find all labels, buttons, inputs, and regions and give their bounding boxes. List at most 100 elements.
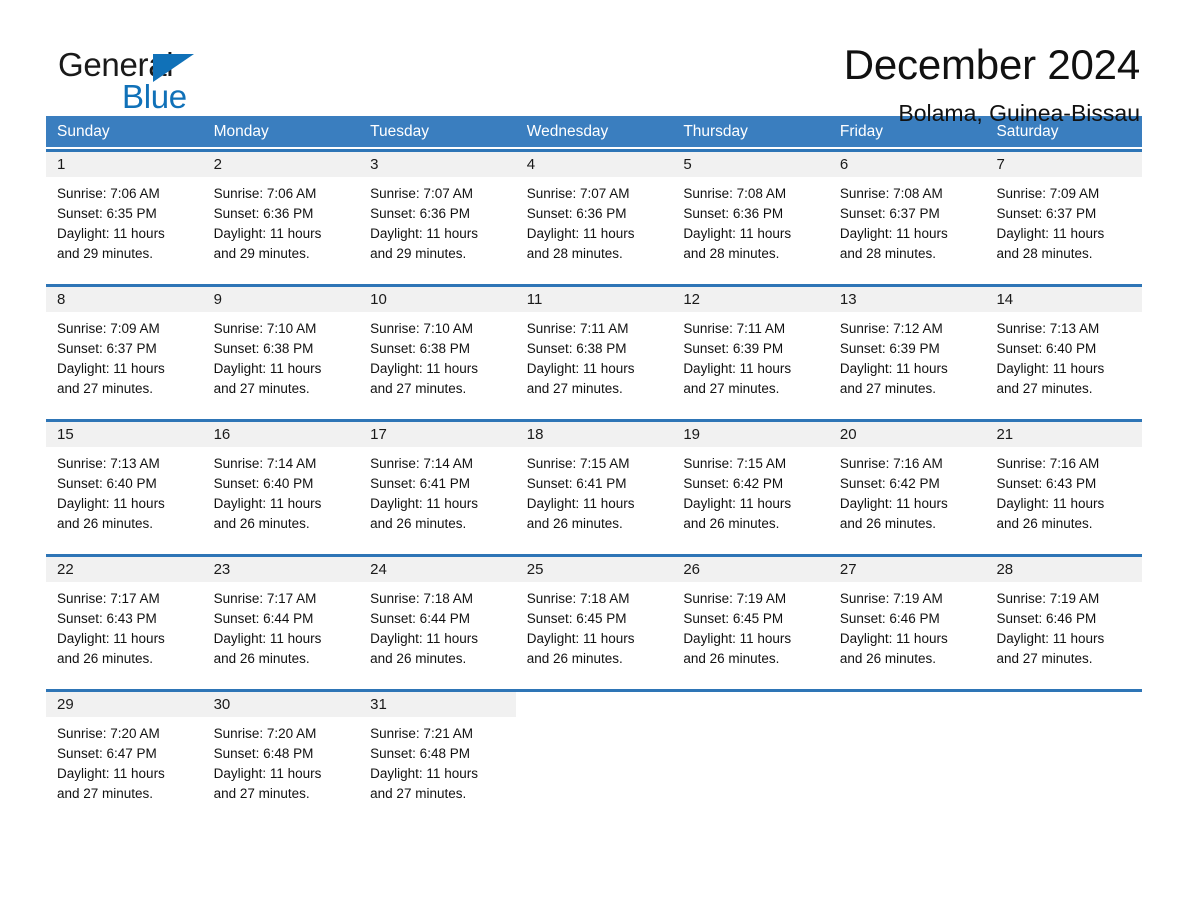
calendar-day-cell[interactable]: 22 Sunrise: 7:17 AM Sunset: 6:43 PM Dayligh… [46, 557, 203, 683]
daylight-text-line1: Daylight: 11 hours [526, 496, 635, 511]
daylight-text-line1: Daylight: 11 hours [57, 631, 165, 646]
daylight-text-line1: Daylight: 11 hours [57, 226, 165, 241]
calendar-day-cell[interactable]: 5 Sunrise: 7:08 AM Sunset: 6:36 PM Daylight… [672, 152, 829, 278]
weekday-header-friday: Friday [839, 123, 883, 140]
sunset-text: Sunset: 6:42 PM [683, 476, 784, 491]
calendar-day-cell[interactable]: 11 Sunrise: 7:11 AM Sunset: 6:38 PM Dayligh… [515, 287, 673, 413]
sunset-text: Sunset: 6:37 PM [57, 341, 157, 356]
calendar-day-cell[interactable]: 29 Sunrise: 7:20 AM Sunset: 6:47 PM Dayligh… [46, 692, 203, 818]
calendar-day-cell[interactable]: 14 Sunrise: 7:13 AM Sunset: 6:40 PM Dayligh… [985, 287, 1143, 413]
daylight-text-line2: and 26 minutes. [57, 651, 154, 666]
day-number-band: 30 [202, 692, 360, 717]
calendar-day-cell[interactable]: 21 Sunrise: 7:16 AM Sunset: 6:43 PM Dayligh… [985, 422, 1143, 548]
day-number: 31 [370, 696, 387, 713]
calendar-day-cell[interactable]: 8 Sunrise: 7:09 AM Sunset: 6:37 PM Daylight… [46, 287, 203, 413]
calendar-day-cell[interactable]: 15 Sunrise: 7:13 AM Sunset: 6:40 PM Dayligh… [46, 422, 203, 548]
day-sun-info: Sunrise: 7:19 AM Sunset: 6:46 PM Daylight:… [985, 582, 1142, 669]
day-number-band: 4 [515, 152, 673, 177]
daylight-text-line2: and 26 minutes. [526, 651, 623, 666]
calendar-day-cell[interactable]: 25 Sunrise: 7:18 AM Sunset: 6:45 PM Dayligh… [515, 557, 673, 683]
calendar-day-cell[interactable]: 1 Sunrise: 7:06 AM Sunset: 6:35 PM Daylight… [46, 152, 203, 278]
calendar-day-cell[interactable]: 23 Sunrise: 7:17 AM Sunset: 6:44 PM Dayligh… [202, 557, 360, 683]
calendar-day-cell[interactable]: 28 Sunrise: 7:19 AM Sunset: 6:46 PM Dayligh… [985, 557, 1143, 683]
day-sun-info: Sunrise: 7:18 AM Sunset: 6:45 PM Daylight:… [516, 582, 673, 669]
calendar-day-cell[interactable]: 30 Sunrise: 7:20 AM Sunset: 6:48 PM Dayligh… [202, 692, 360, 818]
calendar-day-cell[interactable]: 6 Sunrise: 7:08 AM Sunset: 6:37 PM Daylight… [828, 152, 986, 278]
calendar-week-row: 15 Sunrise: 7:13 AM Sunset: 6:40 PM Dayligh… [46, 419, 1143, 548]
daylight-text-line1: Daylight: 11 hours [57, 496, 165, 511]
daylight-text-line2: and 29 minutes. [57, 246, 154, 261]
daylight-text-line2: and 28 minutes. [839, 246, 936, 261]
calendar-day-cell[interactable]: 2 Sunrise: 7:06 AM Sunset: 6:36 PM Daylight… [202, 152, 360, 278]
sunrise-text: Sunrise: 7:15 AM [526, 456, 630, 471]
calendar-day-cell[interactable]: 17 Sunrise: 7:14 AM Sunset: 6:41 PM Dayligh… [359, 422, 516, 548]
day-sun-info: Sunrise: 7:08 AM Sunset: 6:36 PM Daylight:… [672, 177, 829, 264]
day-number: 21 [996, 426, 1014, 443]
day-sun-info: Sunrise: 7:06 AM Sunset: 6:36 PM Daylight:… [203, 177, 360, 264]
day-number-band: 9 [202, 287, 360, 312]
calendar-day-cell[interactable]: 27 Sunrise: 7:19 AM Sunset: 6:46 PM Dayligh… [828, 557, 986, 683]
sunset-text: Sunset: 6:44 PM [370, 611, 470, 626]
day-number-band: 10 [359, 287, 516, 312]
calendar-day-cell[interactable]: 26 Sunrise: 7:19 AM Sunset: 6:45 PM Dayligh… [672, 557, 829, 683]
daylight-text-line2: and 27 minutes. [996, 381, 1093, 396]
daylight-text-line2: and 28 minutes. [526, 246, 623, 261]
sunset-text: Sunset: 6:37 PM [996, 206, 1097, 221]
sunrise-text: Sunrise: 7:09 AM [996, 186, 1100, 201]
weekday-header-wednesday: Wednesday [526, 123, 609, 140]
calendar-day-cell[interactable]: 18 Sunrise: 7:15 AM Sunset: 6:41 PM Dayligh… [515, 422, 673, 548]
sunrise-text: Sunrise: 7:11 AM [526, 321, 629, 336]
sunrise-text: Sunrise: 7:09 AM [57, 321, 160, 336]
daylight-text-line1: Daylight: 11 hours [996, 631, 1105, 646]
calendar-day-cell[interactable]: 3 Sunrise: 7:07 AM Sunset: 6:36 PM Daylight… [359, 152, 516, 278]
day-number-band: 22 [46, 557, 203, 582]
calendar-day-cell-empty [672, 692, 829, 818]
sunset-text: Sunset: 6:39 PM [683, 341, 784, 356]
day-number-band: 11 [515, 287, 673, 312]
calendar-day-cell[interactable]: 24 Sunrise: 7:18 AM Sunset: 6:44 PM Dayligh… [359, 557, 516, 683]
day-number-band: 29 [46, 692, 203, 717]
day-number-band: 2 [202, 152, 360, 177]
calendar-day-cell[interactable]: 7 Sunrise: 7:09 AM Sunset: 6:37 PM Daylight… [985, 152, 1143, 278]
day-sun-info: Sunrise: 7:16 AM Sunset: 6:42 PM Daylight:… [829, 447, 986, 534]
day-sun-info: Sunrise: 7:17 AM Sunset: 6:44 PM Daylight:… [203, 582, 360, 669]
sunrise-text: Sunrise: 7:16 AM [996, 456, 1100, 471]
daylight-text-line1: Daylight: 11 hours [996, 496, 1105, 511]
day-number: 1 [57, 156, 66, 173]
calendar-day-cell[interactable]: 12 Sunrise: 7:11 AM Sunset: 6:39 PM Dayligh… [672, 287, 829, 413]
day-number: 16 [213, 426, 231, 443]
day-sun-info: Sunrise: 7:06 AM Sunset: 6:35 PM Daylight:… [46, 177, 203, 264]
daylight-text-line2: and 27 minutes. [526, 381, 623, 396]
day-sun-info: Sunrise: 7:12 AM Sunset: 6:39 PM Daylight:… [829, 312, 986, 399]
day-number-band: 28 [985, 557, 1143, 582]
calendar-day-cell[interactable]: 13 Sunrise: 7:12 AM Sunset: 6:39 PM Dayligh… [828, 287, 986, 413]
daylight-text-line1: Daylight: 11 hours [213, 496, 322, 511]
generalblue-logo[interactable]: General Blue [46, 44, 246, 116]
calendar-day-cell[interactable]: 9 Sunrise: 7:10 AM Sunset: 6:38 PM Daylight… [202, 287, 360, 413]
daylight-text-line1: Daylight: 11 hours [213, 361, 322, 376]
sunrise-text: Sunrise: 7:19 AM [996, 591, 1100, 606]
day-sun-info: Sunrise: 7:14 AM Sunset: 6:40 PM Daylight:… [203, 447, 360, 534]
sunrise-text: Sunrise: 7:10 AM [213, 321, 317, 336]
day-number-band: 3 [359, 152, 516, 177]
sunset-text: Sunset: 6:43 PM [996, 476, 1097, 491]
calendar-day-cell[interactable]: 31 Sunrise: 7:21 AM Sunset: 6:48 PM Dayligh… [359, 692, 516, 818]
calendar-day-cell[interactable]: 16 Sunrise: 7:14 AM Sunset: 6:40 PM Dayligh… [202, 422, 360, 548]
calendar-day-cell[interactable]: 4 Sunrise: 7:07 AM Sunset: 6:36 PM Daylight… [515, 152, 673, 278]
calendar-day-cell[interactable]: 20 Sunrise: 7:16 AM Sunset: 6:42 PM Dayligh… [828, 422, 986, 548]
day-sun-info: Sunrise: 7:17 AM Sunset: 6:43 PM Daylight:… [46, 582, 203, 669]
calendar-day-cell[interactable]: 10 Sunrise: 7:10 AM Sunset: 6:38 PM Dayligh… [359, 287, 516, 413]
calendar-day-cell[interactable]: 19 Sunrise: 7:15 AM Sunset: 6:42 PM Dayligh… [672, 422, 829, 548]
day-number-band: 13 [828, 287, 986, 312]
sunrise-text: Sunrise: 7:16 AM [839, 456, 943, 471]
day-number-band: 8 [46, 287, 203, 312]
day-sun-info: Sunrise: 7:14 AM Sunset: 6:41 PM Daylight:… [359, 447, 516, 534]
weekday-header-row: Sunday Monday Tuesday Wednesday Thursday… [46, 116, 1142, 147]
day-number: 27 [839, 561, 857, 578]
calendar-week-row: 1 Sunrise: 7:06 AM Sunset: 6:35 PM Daylight… [46, 149, 1143, 278]
weekday-header-tuesday: Tuesday [370, 123, 430, 140]
day-sun-info: Sunrise: 7:13 AM Sunset: 6:40 PM Daylight:… [46, 447, 203, 534]
sunrise-text: Sunrise: 7:11 AM [683, 321, 786, 336]
daylight-text-line2: and 27 minutes. [683, 381, 780, 396]
sunrise-text: Sunrise: 7:17 AM [213, 591, 317, 606]
